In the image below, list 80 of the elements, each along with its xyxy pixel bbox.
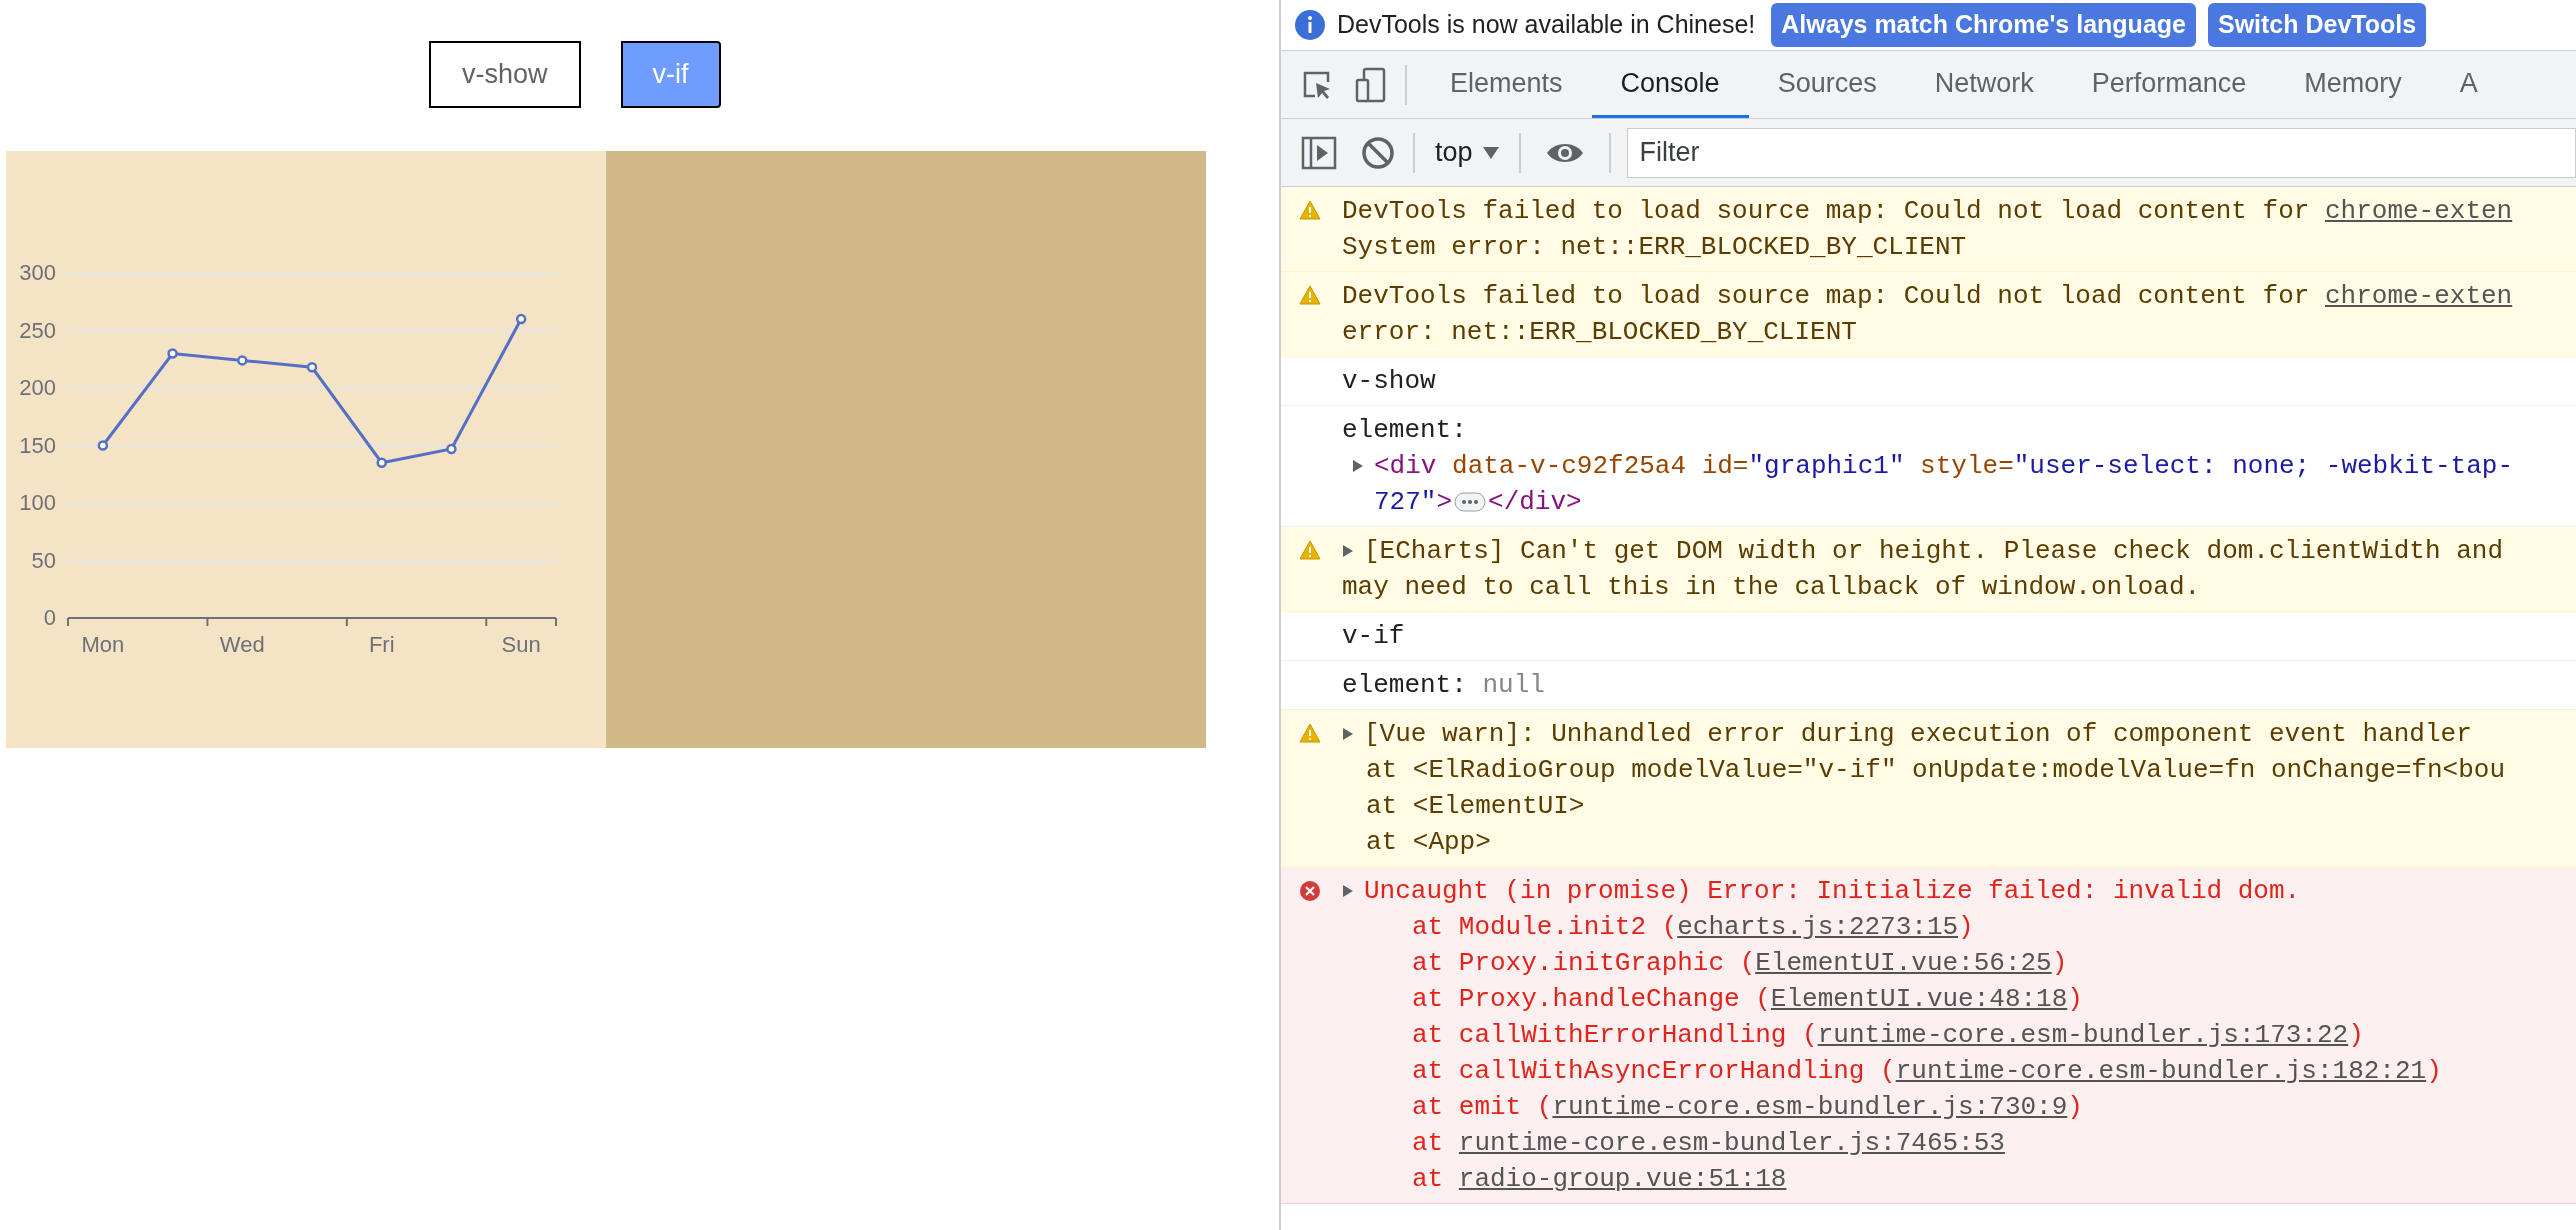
console-message: DevTools failed to load source map: Could not load content for chrome-exten (1342, 280, 2513, 313)
warning-icon (1299, 723, 1321, 743)
console-message: at <ElRadioGroup modelValue="v-if" onUpdate:modelValue=fn onChange=fn<bou (1366, 754, 2505, 787)
console-message: Uncaught (in promise) Error: Initialize failed: invalid dom. (1364, 875, 2301, 908)
console-message: error: net::ERR_BLOCKED_BY_CLIENT (1342, 316, 1857, 349)
warning-icon (1299, 285, 1321, 305)
axis-label: Wed (219, 632, 265, 657)
console-message: element: null (1342, 669, 1545, 702)
device-toggle-icon[interactable] (1355, 66, 1387, 103)
dom-node-line[interactable]: <div data-v-c92f25a4 id="graphic1" style="user-select: none; -webkit-tap- (1374, 448, 2513, 484)
ellipsis-icon[interactable] (1454, 492, 1487, 512)
error-icon (1299, 880, 1321, 902)
dom-node-line[interactable]: 727"> </div> (1374, 484, 1582, 520)
axis-label: 150 (19, 432, 56, 458)
source-link[interactable]: chrome-exten (2324, 196, 2513, 226)
data-point (376, 457, 387, 468)
axis-label: 0 (43, 605, 56, 630)
source-link[interactable]: runtime-core.esm-bundler.js:730:9 (1552, 1092, 2068, 1122)
source-link[interactable]: radio-group.vue:51:18 (1458, 1164, 1787, 1194)
radio-button[interactable]: v-show (429, 41, 581, 108)
console-message: [ECharts] Can't get DOM width or height. Please check dom.clientWidth and (1364, 535, 2503, 568)
devtools-tab[interactable]: Elements (1421, 51, 1592, 118)
console-message: may need to call this in the callback of window.onload. (1342, 571, 2201, 604)
axis-label: 100 (19, 490, 56, 515)
warning-icon (1299, 540, 1321, 560)
data-point (446, 443, 457, 455)
clear-console-icon[interactable] (1361, 135, 1395, 170)
axis-label: 200 (19, 375, 56, 400)
info-icon (1295, 10, 1325, 40)
infobar-button[interactable]: Always match Chrome's language (1771, 3, 2196, 47)
infobar-button[interactable]: Switch DevTools (2207, 3, 2427, 47)
console-message: v-show (1342, 365, 1436, 398)
source-link[interactable]: ElementUI.vue:56:25 (1755, 948, 2052, 978)
expand-triangle-icon[interactable] (1342, 544, 1354, 558)
source-link[interactable]: ElementUI.vue:48:18 (1770, 984, 2068, 1014)
data-point (97, 440, 109, 451)
console-message: at callWithErrorHandling (runtime-core.esm-bundler.js:173:22) (1412, 1019, 2364, 1052)
console-message: at <App> (1366, 826, 1491, 859)
source-link[interactable]: chrome-exten (2324, 281, 2513, 311)
axis-label: 300 (19, 260, 56, 285)
axis-label: 250 (19, 317, 56, 343)
axis-label: Sun (501, 632, 541, 657)
data-point (167, 348, 178, 359)
data-point (515, 313, 527, 325)
context-dropdown[interactable]: top (1415, 132, 1519, 173)
console-message: at Proxy.handleChange (ElementUI.vue:48:18) (1412, 983, 2083, 1016)
data-point (306, 362, 318, 373)
devtools-tab[interactable]: Network (1905, 51, 2063, 118)
console-message: at Proxy.initGraphic (ElementUI.vue:56:25) (1412, 947, 2068, 980)
infobar-message: DevTools is now available in Chinese! (1337, 9, 1756, 41)
axis-label: Fri (368, 632, 395, 657)
filter-field[interactable]: Filter (1626, 127, 2576, 178)
source-link[interactable]: runtime-core.esm-bundler.js:173:22 (1817, 1020, 2349, 1050)
devtools-tab[interactable]: A (2430, 51, 2507, 118)
console-message: at <ElementUI> (1366, 790, 1585, 823)
console-message: at Module.init2 (echarts.js:2273:15) (1412, 911, 1974, 944)
expand-triangle-icon[interactable] (1342, 727, 1354, 741)
sidebar-toggle-icon[interactable] (1301, 135, 1337, 170)
source-link[interactable]: echarts.js:2273:15 (1677, 912, 1959, 942)
warning-icon (1299, 200, 1321, 220)
devtools-tab[interactable]: Sources (1748, 51, 1906, 118)
source-link[interactable]: runtime-core.esm-bundler.js:7465:53 (1458, 1128, 2005, 1158)
console-message: v-if (1342, 620, 1405, 653)
expand-triangle-icon[interactable] (1342, 884, 1354, 898)
devtools-tab[interactable]: Performance (2062, 51, 2276, 118)
source-link[interactable]: runtime-core.esm-bundler.js:182:21 (1895, 1056, 2427, 1086)
caret-icon (1482, 146, 1499, 159)
console-message: at emit (runtime-core.esm-bundler.js:730:9) (1412, 1091, 2083, 1124)
console-message: at callWithAsyncErrorHandling (runtime-core.esm-bundler.js:182:21) (1412, 1055, 2442, 1088)
console-message: at runtime-core.esm-bundler.js:7465:53 (1412, 1127, 2005, 1160)
expand-triangle-icon[interactable] (1352, 459, 1364, 473)
axis-label: 50 (31, 547, 56, 573)
axis-label: Mon (81, 632, 125, 657)
console-message: [Vue warn]: Unhandled error during execution of component event handler (1364, 718, 2472, 751)
devtools-tab[interactable]: Memory (2275, 51, 2431, 118)
console-message: at radio-group.vue:51:18 (1412, 1163, 1787, 1196)
console-message: element: (1342, 414, 1467, 447)
data-point (237, 355, 248, 366)
console-message: System error: net::ERR_BLOCKED_BY_CLIENT (1342, 231, 1967, 264)
console-message: DevTools failed to load source map: Could not load content for chrome-exten (1342, 195, 2513, 228)
